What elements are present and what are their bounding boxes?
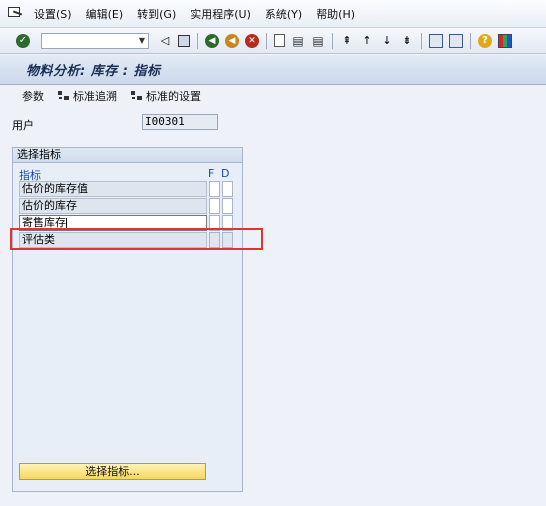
new-session-icon[interactable] bbox=[429, 33, 443, 48]
params-label: 参数 bbox=[22, 90, 44, 103]
select-indicators-group: 选择指标 指标 F D 估价的库存值 估价的库存 寄售库存 评估类 选择指标..… bbox=[12, 147, 243, 492]
page-title: 物料分析: 库存 : 指标 bbox=[26, 64, 161, 79]
highlight-box bbox=[10, 228, 263, 250]
customize-layout-icon[interactable] bbox=[498, 33, 512, 48]
menu-edit[interactable]: 编辑(E) bbox=[86, 6, 124, 22]
hierarchy-icon bbox=[58, 91, 70, 101]
toolbar-separator bbox=[332, 32, 333, 49]
standard-drilldown-label: 标准追溯 bbox=[73, 90, 117, 103]
cancel-icon[interactable]: ✕ bbox=[245, 33, 259, 48]
toolbar-separator bbox=[470, 32, 471, 49]
menu-system[interactable]: 系统(Y) bbox=[265, 6, 302, 22]
shortcut-icon[interactable] bbox=[449, 33, 463, 48]
menu-utilities[interactable]: 实用程序(U) bbox=[190, 6, 251, 22]
user-field: I00301 bbox=[142, 114, 218, 130]
print-icon[interactable] bbox=[274, 34, 285, 47]
standard-settings-button[interactable]: 标准的设置 bbox=[131, 88, 201, 104]
find-next-icon[interactable]: ▤ bbox=[311, 34, 325, 48]
menu-bar: 设置(S) 编辑(E) 转到(G) 实用程序(U) 系统(Y) 帮助(H) bbox=[0, 0, 546, 28]
toolbar-separator bbox=[266, 32, 267, 49]
menu-window-icon[interactable] bbox=[8, 6, 24, 21]
hierarchy-icon bbox=[131, 91, 143, 101]
previous-page-icon[interactable]: ↑ bbox=[360, 34, 374, 48]
exit-icon[interactable]: ◀ bbox=[225, 33, 239, 48]
indicator-d-checkbox[interactable] bbox=[222, 198, 233, 214]
menu-help[interactable]: 帮助(H) bbox=[316, 6, 355, 22]
indicator-name-cell[interactable]: 估价的库存值 bbox=[19, 181, 207, 197]
column-header-f: F bbox=[208, 167, 215, 180]
application-toolbar: 参数 标准追溯 标准的设置 bbox=[0, 85, 546, 107]
params-button[interactable]: 参数 bbox=[22, 88, 44, 104]
indicator-f-checkbox[interactable] bbox=[209, 198, 220, 214]
standard-settings-label: 标准的设置 bbox=[146, 90, 201, 103]
enter-check-icon[interactable]: ✓ bbox=[16, 33, 30, 48]
column-header-d: D bbox=[221, 167, 230, 180]
find-icon[interactable]: ▤ bbox=[291, 34, 305, 48]
back-icon[interactable]: ◀ bbox=[205, 33, 219, 48]
triangle-left-icon[interactable]: ◁ bbox=[158, 34, 172, 48]
toolbar-separator bbox=[197, 32, 198, 49]
select-indicators-button[interactable]: 选择指标... bbox=[19, 463, 206, 480]
chevron-down-icon[interactable]: ▼ bbox=[137, 35, 147, 47]
indicator-d-checkbox[interactable] bbox=[222, 181, 233, 197]
toolbar-separator bbox=[421, 32, 422, 49]
last-page-icon[interactable]: ⇟ bbox=[400, 34, 414, 48]
menu-goto[interactable]: 转到(G) bbox=[137, 6, 176, 22]
indicator-row: 估价的库存值 bbox=[19, 181, 233, 198]
indicator-row: 估价的库存 bbox=[19, 198, 233, 215]
indicator-name-cell[interactable]: 估价的库存 bbox=[19, 198, 207, 214]
standard-drilldown-button[interactable]: 标准追溯 bbox=[58, 88, 117, 104]
menu-settings[interactable]: 设置(S) bbox=[34, 6, 72, 22]
standard-toolbar: ✓ ▼ ◁ ◀ ◀ ✕ ▤ ▤ ⇞ ↑ ↓ ⇟ ? bbox=[0, 28, 546, 54]
help-icon[interactable]: ? bbox=[478, 33, 492, 48]
indicator-f-checkbox[interactable] bbox=[209, 181, 220, 197]
command-field[interactable]: ▼ bbox=[41, 32, 149, 49]
save-icon[interactable] bbox=[178, 34, 190, 47]
first-page-icon[interactable]: ⇞ bbox=[340, 34, 354, 48]
user-label: 用户 bbox=[12, 119, 34, 132]
title-bar: 物料分析: 库存 : 指标 bbox=[0, 55, 546, 85]
next-page-icon[interactable]: ↓ bbox=[380, 34, 394, 48]
group-title: 选择指标 bbox=[13, 148, 242, 163]
